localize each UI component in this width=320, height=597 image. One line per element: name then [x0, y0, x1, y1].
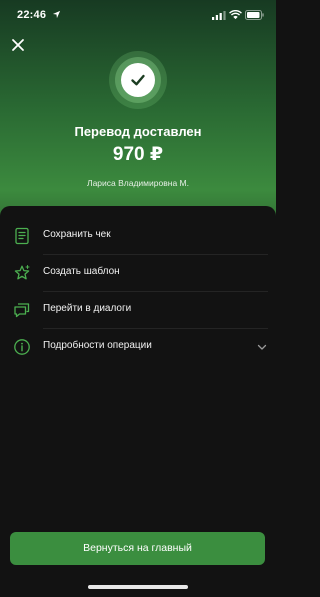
return-home-button[interactable]: Вернуться на главный: [10, 532, 265, 565]
wifi-icon: [229, 10, 242, 20]
location-arrow-icon: [52, 10, 61, 19]
action-label: Подробности операции: [43, 340, 152, 351]
cellular-signal-icon: [212, 11, 226, 20]
action-label: Перейти в диалоги: [43, 303, 132, 314]
battery-icon: [245, 10, 264, 20]
transfer-status-title: Перевод доставлен: [74, 124, 202, 139]
recipient-name: Лариса Владимировна М.: [87, 178, 189, 188]
star-icon: [14, 265, 30, 280]
success-indicator: [109, 51, 167, 109]
save-receipt-action[interactable]: Сохранить чек: [0, 218, 276, 255]
action-label: Сохранить чек: [43, 229, 111, 240]
chevron-down-icon: [257, 344, 267, 350]
receipt-icon: [15, 227, 29, 245]
return-home-label: Вернуться на главный: [83, 542, 192, 554]
go-to-dialogs-action[interactable]: Перейти в диалоги: [0, 292, 276, 329]
create-template-action[interactable]: Создать шаблон: [0, 255, 276, 292]
action-label: Создать шаблон: [43, 266, 120, 277]
close-icon[interactable]: [9, 36, 27, 54]
checkmark-icon: [131, 74, 145, 86]
home-indicator: [88, 585, 188, 589]
status-bar: 22:46: [0, 0, 276, 30]
operation-details-action[interactable]: Подробности операции: [0, 329, 276, 366]
screen: 22:46 Перевод доставлен 970 ₽ Лариса Вла…: [0, 0, 276, 597]
status-time: 22:46: [17, 9, 47, 21]
chat-icon: [14, 303, 30, 318]
info-icon: [14, 339, 30, 355]
transfer-amount: 970 ₽: [112, 144, 164, 165]
